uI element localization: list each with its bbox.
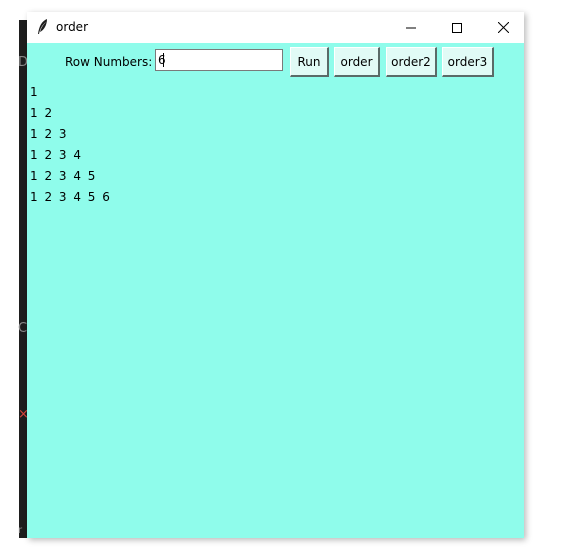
minimize-button[interactable] (388, 12, 434, 43)
output-rows: 1 1 2 1 2 3 1 2 3 4 1 2 3 4 5 1 2 3 4 5 … (30, 82, 110, 208)
order2-button[interactable]: order2 (386, 47, 437, 77)
output-row: 1 2 (30, 106, 53, 120)
background-glyph: C (18, 321, 28, 336)
title-bar[interactable]: order (27, 12, 524, 43)
text-caret (163, 53, 164, 67)
order3-button[interactable]: order3 (442, 47, 494, 77)
output-row: 1 2 3 4 5 (30, 169, 96, 183)
background-editor-strip (19, 20, 27, 538)
row-numbers-label: Row Numbers: (65, 55, 153, 69)
order-button[interactable]: order (334, 47, 380, 77)
output-row: 1 2 3 4 5 6 (30, 190, 110, 204)
minimize-icon (406, 27, 416, 28)
close-icon (497, 22, 509, 33)
close-button[interactable] (480, 12, 526, 43)
desktop: D C × r order Row Numbers: 6 Run order o… (0, 0, 563, 558)
output-row: 1 (30, 85, 38, 99)
run-button[interactable]: Run (290, 47, 329, 77)
row-numbers-input[interactable] (155, 49, 283, 71)
window-title: order (56, 20, 88, 34)
feather-icon (38, 19, 47, 34)
app-window: order Row Numbers: Run order (27, 12, 524, 538)
background-glyph: r (18, 525, 23, 536)
output-row: 1 2 3 4 (30, 148, 81, 162)
maximize-button[interactable] (434, 12, 480, 43)
maximize-icon (452, 22, 462, 33)
output-row: 1 2 3 (30, 127, 67, 141)
